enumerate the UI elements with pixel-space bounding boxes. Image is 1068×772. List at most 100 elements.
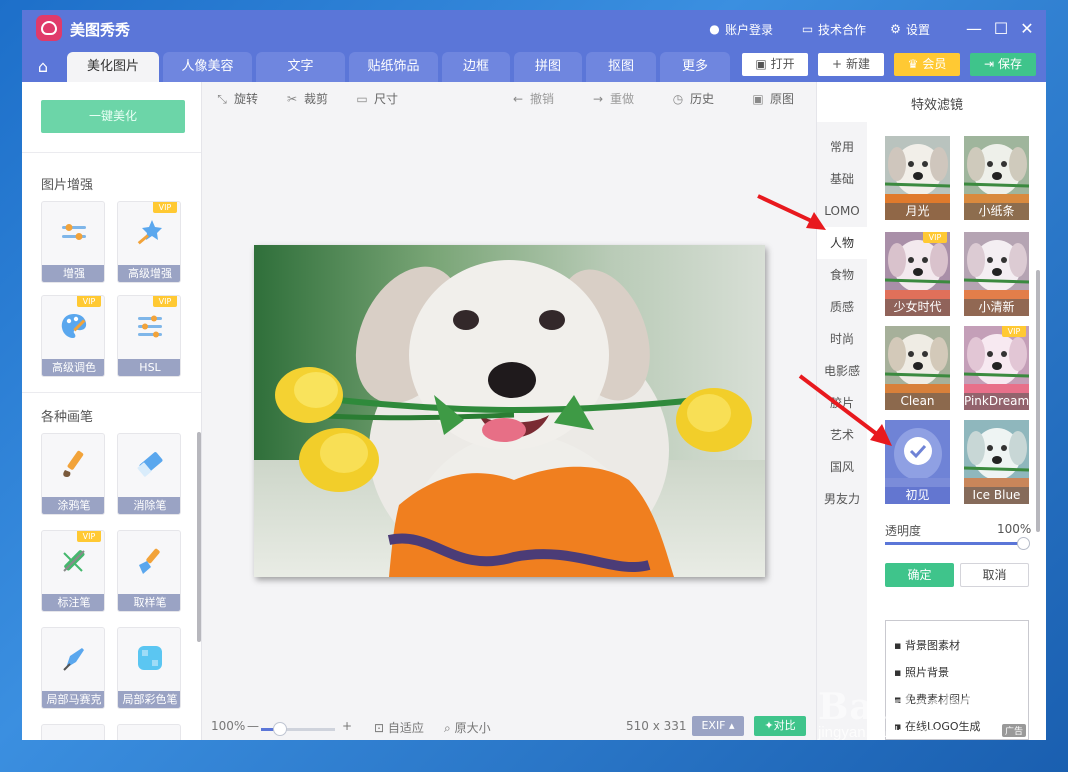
original-button[interactable]: ▣ 原图 [751,90,794,107]
crown-icon: ♛ [907,57,919,71]
home-icon[interactable]: ⌂ [30,54,56,80]
filter-clean[interactable]: Clean [885,326,950,410]
rotate-button[interactable]: ⤡ 旋转 [215,90,258,107]
vip-button[interactable]: ♛ 会员 [894,53,960,76]
app-window: 美图秀秀 ● 账户登录 ▭ 技术合作 ⚙ 设置 — ☐ ✕ ⌂ 美化图片 人像美… [22,10,1046,740]
image-dimensions: 510 x 331 [626,719,687,733]
tool-advanced-enhance[interactable]: VIP 高级增强 [117,201,181,283]
filter-scrollbar[interactable] [1036,270,1040,532]
tab-beautify[interactable]: 美化图片 [67,52,159,82]
filter-ice-blue[interactable]: Ice Blue [964,420,1029,504]
category-chinese-style[interactable]: 国风 [817,451,867,483]
filter-small-note[interactable]: 小纸条 [964,136,1029,220]
cancel-button[interactable]: 取消 [960,563,1029,587]
vip-badge: VIP [153,202,177,213]
app-logo-icon [36,15,62,41]
vip-badge: VIP [153,296,177,307]
zoom-out-icon[interactable]: — [247,719,259,733]
opacity-slider-knob[interactable] [1017,537,1030,550]
category-common[interactable]: 常用 [817,131,867,163]
section-title-enhance: 图片增强 [41,178,94,193]
original-size-button[interactable]: ⌕ 原大小 [444,719,491,736]
baidu-watermark-url: jingyan.baidu.com [818,724,939,741]
divider [22,152,201,153]
tool-advanced-color[interactable]: VIP 高级调色 [41,295,105,377]
rotate-icon: ⤡ [217,91,227,106]
edited-photo[interactable] [254,245,765,577]
clock-icon: ◷ [672,91,684,106]
category-texture[interactable]: 质感 [817,291,867,323]
tool-hsl[interactable]: VIP HSL [117,295,181,377]
ad-link[interactable]: ▪ 背景图素材 [894,637,960,653]
title-bar: 美图秀秀 ● 账户登录 ▭ 技术合作 ⚙ 设置 — ☐ ✕ [22,10,1046,48]
tool-sampling-pen[interactable]: 取样笔 [117,530,181,612]
sidebar-scrollbar[interactable] [197,432,201,642]
category-food[interactable]: 食物 [817,259,867,291]
tab-collage[interactable]: 拼图 [514,52,582,82]
zoom-in-icon[interactable]: + [342,719,352,733]
fit-button[interactable]: ⊡ 自适应 [374,719,424,736]
category-basic[interactable]: 基础 [817,163,867,195]
category-portrait[interactable]: 人物 [817,227,867,259]
scissors-icon: ✂ [286,91,298,106]
crop-button[interactable]: ✂ 裁剪 [285,90,328,107]
filter-fresh[interactable]: 小清新 [964,232,1029,316]
zoom-slider-knob[interactable] [273,722,287,736]
filter-moonlight[interactable]: 月光 [885,136,950,220]
redo-button[interactable]: → 重做 [591,90,634,107]
zoom-level: 100% [211,719,246,733]
tool-partial-2[interactable] [117,724,181,740]
tab-more[interactable]: 更多 [660,52,730,82]
tab-cutout[interactable]: 抠图 [586,52,656,82]
hsl-sliders-icon [138,315,162,338]
filter-pink-dream[interactable]: VIP PinkDream [964,326,1029,410]
tool-enhance[interactable]: 增强 [41,201,105,283]
save-button[interactable]: ⇥ 保存 [970,53,1036,76]
category-boyfriend[interactable]: 男友力 [817,483,867,515]
category-fashion[interactable]: 时尚 [817,323,867,355]
compare-button[interactable]: ✦对比 [754,716,806,736]
tool-partial[interactable] [41,724,105,740]
size-button[interactable]: ▭ 尺寸 [355,90,398,107]
sample-brush-icon [139,548,160,574]
history-button[interactable]: ◷ 历史 [671,90,714,107]
filter-girls-generation[interactable]: VIP 少女时代 [885,232,950,316]
tool-local-color-pen[interactable]: 局部彩色笔 [117,627,181,709]
tab-text[interactable]: 文字 [256,52,345,82]
category-art[interactable]: 艺术 [817,419,867,451]
teal-tool-icon [134,739,166,740]
tab-stickers[interactable]: 贴纸饰品 [349,52,438,82]
tool-eraser-pen[interactable]: 消除笔 [117,433,181,515]
panel-title: 特效滤镜 [910,98,963,113]
undo-button[interactable]: ← 撤销 [511,90,554,107]
open-button[interactable]: ▣ 打开 [742,53,808,76]
monitor-icon: ▭ [801,22,814,36]
filter-first-sight-selected[interactable]: 初见 [885,420,950,504]
close-button[interactable]: ✕ [1016,18,1038,40]
tech-cooperation-link[interactable]: ▭ 技术合作 [801,21,866,38]
settings-link[interactable]: ⚙ 设置 [889,21,930,38]
maximize-button[interactable]: ☐ [990,18,1012,40]
marker-icon [63,550,85,572]
exif-button[interactable]: EXIF ▴ [692,716,744,736]
tab-portrait[interactable]: 人像美容 [163,52,252,82]
fit-icon: ⊡ [374,721,385,735]
confirm-button[interactable]: 确定 [885,563,954,587]
category-lomo[interactable]: LOMO [817,195,867,227]
new-button[interactable]: + 新建 [818,53,884,76]
tool-doodle-pen[interactable]: 涂鸦笔 [41,433,105,515]
purple-tool-icon [58,739,90,740]
minimize-button[interactable]: — [963,18,985,40]
main-tab-bar: ⌂ 美化图片 人像美容 文字 贴纸饰品 边框 拼图 抠图 更多 ▣ 打开 + 新建 … [22,48,1046,82]
category-cinematic[interactable]: 电影感 [817,355,867,387]
opacity-label: 透明度 [885,524,922,538]
tool-marker-pen[interactable]: VIP 标注笔 [41,530,105,612]
magnifier-icon: ⌕ [444,721,451,735]
tab-frames[interactable]: 边框 [442,52,510,82]
category-film[interactable]: 胶片 [817,387,867,419]
one-key-beautify-button[interactable]: 一键美化 [41,100,185,133]
opacity-slider-track[interactable] [885,542,1027,545]
section-title-brushes: 各种画笔 [41,410,94,425]
tool-local-mosaic[interactable]: 局部马赛克 [41,627,105,709]
login-link[interactable]: ● 账户登录 [708,21,773,38]
